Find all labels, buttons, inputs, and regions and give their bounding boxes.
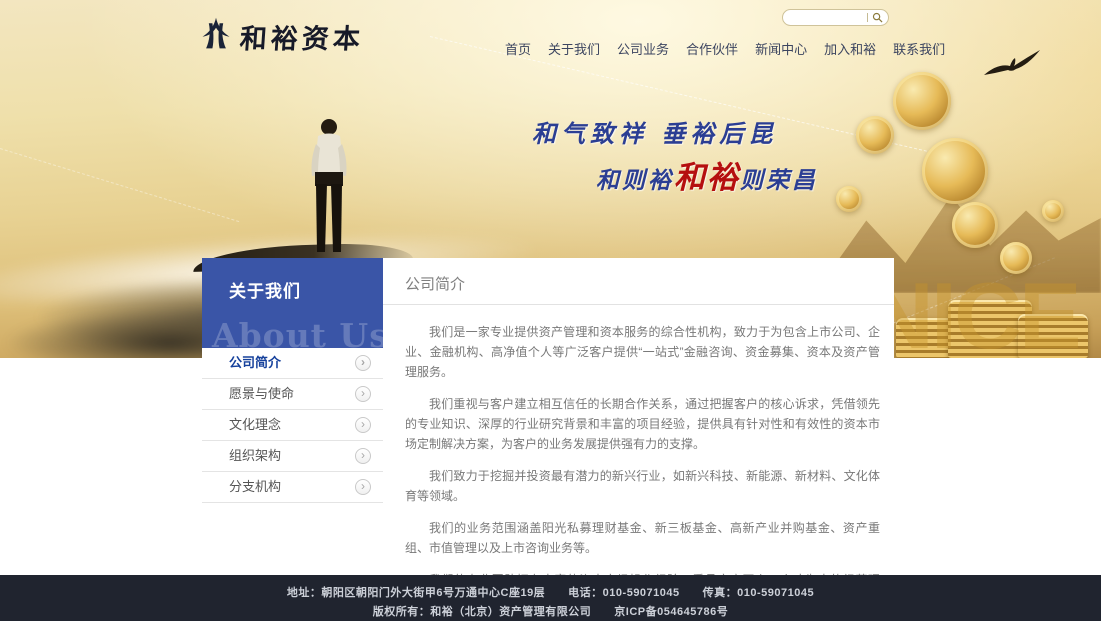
paragraph: 我们重视与客户建立相互信任的长期合作关系，通过把握客户的核心诉求，凭借领先的专业… [405,394,880,454]
sidebar-item-organization[interactable]: 组织架构 [202,441,383,472]
gold-coin [836,186,862,212]
gold-coin [1042,200,1064,222]
chevron-right-icon [355,355,371,371]
slogan-highlight: 和裕 [674,152,740,197]
nav-item-about[interactable]: 关于我们 [548,39,600,58]
slogan-suffix: 则荣昌 [740,161,818,195]
gold-coin [952,202,998,248]
eagle-icon [983,48,1041,87]
sidebar-header: 关于我们 About Us [202,258,383,348]
watermark-text: NICE [866,262,1079,358]
nav-item-partners[interactable]: 合作伙伴 [686,39,738,58]
search-divider [867,13,868,22]
sidebar-item-culture[interactable]: 文化理念 [202,410,383,441]
nav-item-join[interactable]: 加入和裕 [824,39,876,58]
slogan-prefix: 和则裕 [596,161,674,195]
man-silhouette [303,118,355,263]
page: NICE 和气致祥 垂裕后昆 和则裕 和裕 则荣昌 [0,0,1101,621]
nav-item-home[interactable]: 首页 [505,39,531,58]
chevron-right-icon [355,417,371,433]
chevron-right-icon [355,479,371,495]
sidebar-item-label: 公司简介 [229,355,281,370]
main-nav: 首页 关于我们 公司业务 合作伙伴 新闻中心 加入和裕 联系我们 [505,39,945,58]
logo[interactable]: 和裕资本 [198,14,364,59]
sidebar-title: 关于我们 [229,277,301,302]
main-content: 公司简介 我们是一家专业提供资产管理和资本服务的综合性机构，致力于为包含上市公司… [383,258,894,621]
sidebar-subtitle: About Us [212,316,383,348]
page-title: 公司简介 [383,258,894,305]
footer: 地址：朝阳区朝阳门外大街甲6号万通中心C座19层 电话：010-59071045… [0,575,1101,621]
sidebar-item-label: 愿景与使命 [229,386,294,401]
logo-text: 和裕资本 [239,17,366,56]
sidebar-item-label: 文化理念 [229,417,281,432]
sidebar-item-label: 分支机构 [229,479,281,494]
chevron-right-icon [355,386,371,402]
sidebar-item-company-profile[interactable]: 公司简介 [202,348,383,379]
search-input[interactable] [791,12,867,23]
search-icon[interactable] [872,12,883,23]
nav-item-business[interactable]: 公司业务 [617,39,669,58]
sidebar-item-vision-mission[interactable]: 愿景与使命 [202,379,383,410]
paragraph: 我们致力于挖掘并投资最有潜力的新兴行业，如新兴科技、新能源、新材料、文化体育等领… [405,466,880,506]
gold-coin [893,72,951,130]
paragraph: 我们的业务范围涵盖阳光私募理财基金、新三板基金、高新产业并购基金、资产重组、市值… [405,518,880,558]
hero-slogan-line2: 和则裕 和裕 则荣昌 [596,152,818,197]
nav-item-news[interactable]: 新闻中心 [755,39,807,58]
paragraph: 我们是一家专业提供资产管理和资本服务的综合性机构，致力于为包含上市公司、企业、金… [405,322,880,382]
article-body: 我们是一家专业提供资产管理和资本服务的综合性机构，致力于为包含上市公司、企业、金… [383,305,894,621]
gold-coin [856,116,894,154]
footer-contact-line: 地址：朝阳区朝阳门外大街甲6号万通中心C座19层 电话：010-59071045… [0,584,1101,600]
sidebar-item-branches[interactable]: 分支机构 [202,472,383,503]
hero-slogan-line1: 和气致祥 垂裕后昆 [532,114,777,149]
logo-icon [198,14,234,59]
sidebar-menu: 公司简介 愿景与使命 文化理念 组织架构 分支机构 [202,348,383,503]
chevron-right-icon [355,448,371,464]
footer-copyright-line: 版权所有：和裕（北京）资产管理有限公司 京ICP备054645786号 [0,603,1101,619]
sidebar-item-label: 组织架构 [229,448,281,463]
dashed-line-decoration [0,148,239,222]
nav-item-contact[interactable]: 联系我们 [893,39,945,58]
gold-coin [922,138,988,204]
search-box [782,9,889,26]
